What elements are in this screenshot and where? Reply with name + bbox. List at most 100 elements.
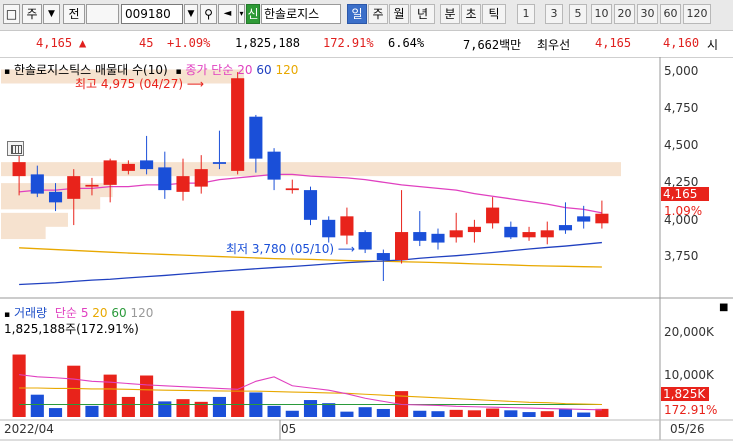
volume-bar-26 xyxy=(486,408,500,417)
volume-bar-9 xyxy=(176,399,190,417)
candle-body-31 xyxy=(577,216,591,222)
candle-body-27 xyxy=(504,226,518,238)
volume-bar-4 xyxy=(85,405,99,417)
current-price: 4,165 xyxy=(36,36,73,50)
vol-ma5-label: 5 xyxy=(80,306,89,320)
candle-body-11 xyxy=(212,162,226,164)
current-price-tag: 4,165 xyxy=(661,187,709,201)
candle-body-9 xyxy=(176,176,190,192)
candle-body-19 xyxy=(358,232,372,250)
market-dropdown[interactable] xyxy=(86,4,119,24)
quote-bar: 4,165 ▲ 45 +1.09% 1,825,188 172.91% 6.64… xyxy=(0,31,733,58)
candle-body-1 xyxy=(30,174,44,194)
chart-settings-icon[interactable] xyxy=(7,141,24,156)
up-arrow-icon: ▲ xyxy=(79,36,87,50)
square-icon[interactable]: □ xyxy=(3,4,20,24)
type-selector[interactable]: 주 xyxy=(22,4,42,24)
candle-body-5 xyxy=(103,160,117,185)
volume-bar-12 xyxy=(231,310,245,417)
volume-bar-20 xyxy=(376,408,390,417)
candle-body-21 xyxy=(395,232,409,261)
interval-20[interactable]: 20 xyxy=(614,4,635,24)
high-label: 최고 4,975 (04/27) xyxy=(75,77,184,91)
volume-bar-18 xyxy=(340,411,354,417)
candle-body-3 xyxy=(67,176,81,199)
order-type: 최우선 xyxy=(537,38,571,52)
stock-code-input[interactable]: 009180 xyxy=(121,4,183,24)
interval-120[interactable]: 120 xyxy=(683,4,711,24)
current-volume-pct-tag: 172.91% xyxy=(664,403,718,417)
interval-1[interactable]: 1 xyxy=(517,4,535,24)
volume-bar-24 xyxy=(449,409,463,417)
turnover-rate: 6.64% xyxy=(388,36,425,50)
volume-bar-3 xyxy=(67,365,81,417)
volume-bar-25 xyxy=(467,410,481,417)
candle-body-29 xyxy=(540,230,554,238)
vol-axis-tick-20000k: 20,000K xyxy=(664,325,714,339)
candle-body-15 xyxy=(285,188,299,191)
volume-profile-bar-5 xyxy=(1,225,46,240)
volume-value-label: 1,825,188주(172.91%) xyxy=(4,322,139,336)
tab-week[interactable]: 주 xyxy=(368,4,388,24)
candle-body-32 xyxy=(595,213,609,224)
volume-panel-title: 거래량 xyxy=(13,306,48,320)
bid-price: 4,160 xyxy=(663,36,700,50)
candle-body-20 xyxy=(376,253,390,261)
interval-5[interactable]: 5 xyxy=(569,4,587,24)
tab-minute[interactable]: 분 xyxy=(440,4,460,24)
type-dropdown-arrow[interactable]: ▼ xyxy=(43,4,60,24)
interval-30[interactable]: 30 xyxy=(637,4,658,24)
low-price-annotation: 최저 3,780 (05/10) ⟶ xyxy=(226,240,355,257)
volume-bar-22 xyxy=(413,410,427,417)
speaker-icon[interactable]: ◄ xyxy=(218,4,237,24)
tab-second[interactable]: 초 xyxy=(461,4,481,24)
ask-price: 4,165 xyxy=(595,36,632,50)
axis-tick-5000: 5,000 xyxy=(664,64,699,78)
current-pct-tag: 1.09% xyxy=(664,204,703,218)
volume-bar-5 xyxy=(103,374,117,417)
axis-tick-4500: 4,500 xyxy=(664,138,699,152)
candle-body-7 xyxy=(140,160,154,170)
volume-bar-6 xyxy=(121,396,135,417)
close-icon[interactable]: ■ xyxy=(719,302,728,313)
current-volume-tag: 1,825K xyxy=(661,387,709,401)
candle-body-25 xyxy=(467,226,481,233)
vol-ma20-label: 20 xyxy=(92,306,108,320)
price-change: 45 xyxy=(139,36,154,50)
candle-body-17 xyxy=(322,219,336,238)
ma120-label: 120 xyxy=(275,63,299,77)
low-label: 최저 3,780 (05/10) xyxy=(226,242,335,256)
vol-axis-tick-10000k: 10,000K xyxy=(664,368,714,382)
volume-profile-bar-4 xyxy=(1,212,68,227)
tab-day[interactable]: 일 xyxy=(347,4,367,24)
candle-body-24 xyxy=(449,230,463,238)
interval-3[interactable]: 3 xyxy=(545,4,563,24)
code-dropdown-arrow[interactable]: ▼ xyxy=(184,4,198,24)
interval-60[interactable]: 60 xyxy=(660,4,681,24)
candle-body-14 xyxy=(267,151,281,180)
speaker-dropdown-arrow[interactable]: ▾ xyxy=(238,4,245,24)
trade-volume: 1,825,188 xyxy=(235,36,301,50)
volume-bar-1 xyxy=(30,394,44,417)
market-selector[interactable]: 전 xyxy=(63,4,85,24)
volume-bar-30 xyxy=(558,408,573,417)
volume-ratio: 172.91% xyxy=(323,36,374,50)
search-icon[interactable]: ⚲ xyxy=(200,4,217,24)
volume-bar-14 xyxy=(267,405,281,417)
tab-year[interactable]: 년 xyxy=(410,4,435,24)
candle-body-12 xyxy=(231,78,245,171)
interval-10[interactable]: 10 xyxy=(591,4,612,24)
volume-profile-bar-1 xyxy=(1,162,621,177)
tab-month[interactable]: 월 xyxy=(389,4,409,24)
chart-canvas[interactable] xyxy=(0,57,733,442)
volume-bar-2 xyxy=(48,408,63,417)
tab-tick[interactable]: 틱 xyxy=(482,4,506,24)
panel-marker-icon: ▪ xyxy=(4,310,11,320)
volume-bar-23 xyxy=(431,411,445,417)
volume-panel-legend: ▪ 거래량 단순 5 20 60 120 xyxy=(4,304,153,321)
volume-bar-31 xyxy=(577,412,591,417)
new-badge[interactable]: 신 xyxy=(246,4,260,24)
chart-area[interactable]: ▪ 한솔로지스틱스 매물대 수(10) ▪ 종가 단순 20 60 120 최고… xyxy=(0,57,733,442)
quote-tail: 시 xyxy=(707,38,719,52)
trade-amount: 7,662백만 xyxy=(463,38,522,52)
